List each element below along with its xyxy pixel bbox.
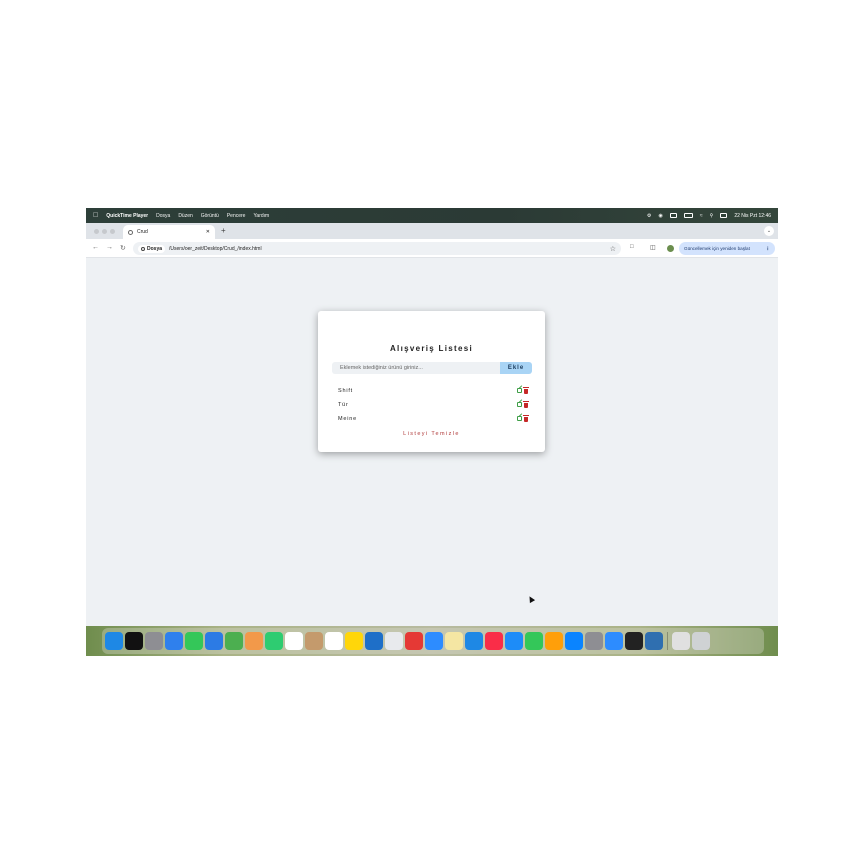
site-info-label: Dosya bbox=[147, 245, 163, 252]
gear-icon[interactable]: ⚙ bbox=[647, 213, 651, 219]
search-icon[interactable]: ⚲ bbox=[710, 213, 714, 219]
dock-zoom-app-icon[interactable] bbox=[605, 632, 623, 650]
dock-notes-icon[interactable] bbox=[345, 632, 363, 650]
battery-icon[interactable] bbox=[683, 213, 693, 218]
bookmark-star-icon[interactable]: ☆ bbox=[610, 245, 616, 253]
dock-trash-icon[interactable] bbox=[692, 632, 710, 650]
close-window-button[interactable] bbox=[94, 229, 99, 234]
browser-tab[interactable]: Crud ✕ bbox=[123, 225, 215, 239]
forward-icon[interactable]: → bbox=[106, 244, 113, 251]
edit-icon[interactable] bbox=[517, 402, 522, 407]
dock-facetime-icon[interactable] bbox=[265, 632, 283, 650]
menu-item-edit[interactable]: Düzen bbox=[178, 213, 192, 219]
shopping-list-card: Alışveriş Listesi Ekle Shift Tür Meine bbox=[318, 311, 545, 452]
list-item-label: Meine bbox=[338, 416, 357, 422]
mac-screen:  QuickTime Player Dosya Düzen Görüntü P… bbox=[86, 208, 778, 656]
page-content: Alışveriş Listesi Ekle Shift Tür Meine bbox=[86, 258, 778, 626]
dock-terminal-icon[interactable] bbox=[625, 632, 643, 650]
avatar[interactable] bbox=[667, 245, 674, 252]
address-bar[interactable]: Dosya /Users/oer_zeit/Desktop/Crud_/inde… bbox=[133, 242, 621, 255]
menu-item-view[interactable]: Görüntü bbox=[201, 213, 219, 219]
dock bbox=[102, 628, 764, 654]
dock-chrome-icon[interactable] bbox=[385, 632, 403, 650]
browser-toolbar: ← → ↻ Dosya /Users/oer_zeit/Desktop/Crud… bbox=[86, 239, 778, 258]
list-item: Meine bbox=[338, 415, 529, 426]
mouse-cursor bbox=[526, 594, 536, 604]
dock-finder-icon[interactable] bbox=[105, 632, 123, 650]
dock-wallpaper bbox=[86, 626, 778, 656]
minimize-window-button[interactable] bbox=[102, 229, 107, 234]
dock-safari-icon[interactable] bbox=[165, 632, 183, 650]
dock-vscode-icon[interactable] bbox=[365, 632, 383, 650]
screen-icon[interactable] bbox=[669, 213, 677, 218]
close-tab-icon[interactable]: ✕ bbox=[206, 229, 210, 235]
dock-pages-icon[interactable] bbox=[545, 632, 563, 650]
trash-icon[interactable] bbox=[523, 387, 529, 394]
tab-strip: Crud ✕ + ⌄ bbox=[86, 223, 778, 239]
kebab-menu-icon[interactable]: ⋮ bbox=[765, 246, 770, 252]
new-tab-button[interactable]: + bbox=[221, 226, 226, 235]
dock-photos-icon[interactable] bbox=[245, 632, 263, 650]
dock-preview-icon[interactable] bbox=[645, 632, 663, 650]
dock-system-settings-icon[interactable] bbox=[585, 632, 603, 650]
dock-messages-icon[interactable] bbox=[185, 632, 203, 650]
item-input[interactable] bbox=[332, 362, 500, 374]
dock-contacts-icon[interactable] bbox=[305, 632, 323, 650]
dock-files-icon[interactable] bbox=[672, 632, 690, 650]
site-info-chip[interactable]: Dosya bbox=[138, 244, 166, 253]
dock-keynote-icon[interactable] bbox=[505, 632, 523, 650]
side-panel-icon[interactable]: ◫ bbox=[650, 244, 656, 251]
menu-bar:  QuickTime Player Dosya Düzen Görüntü P… bbox=[86, 208, 778, 223]
status-area: ⚙ ◉ ≈ ⚲ 22 Nis Pzt 12:46 bbox=[647, 213, 771, 219]
back-icon[interactable]: ← bbox=[92, 244, 99, 251]
update-label: Güncellemek için yeniden başlat bbox=[684, 246, 750, 251]
menu-item-window[interactable]: Pencere bbox=[227, 213, 246, 219]
clock[interactable]: 22 Nis Pzt 12:46 bbox=[734, 213, 771, 219]
page-title: Alışveriş Listesi bbox=[389, 344, 474, 353]
apple-icon[interactable]:  bbox=[93, 212, 98, 219]
tab-title: Crud bbox=[137, 229, 148, 235]
dock-zoom-icon[interactable] bbox=[425, 632, 443, 650]
dock-launchpad-icon[interactable] bbox=[145, 632, 163, 650]
menu-item-help[interactable]: Yardım bbox=[253, 213, 269, 219]
update-button[interactable]: Güncellemek için yeniden başlat ⋮ bbox=[679, 242, 775, 255]
menu-app-name[interactable]: QuickTime Player bbox=[106, 213, 148, 219]
menu-item-file[interactable]: Dosya bbox=[156, 213, 170, 219]
dock-reminders-icon[interactable] bbox=[325, 632, 343, 650]
wifi-icon[interactable]: ≈ bbox=[700, 213, 703, 219]
dock-numbers-icon[interactable] bbox=[525, 632, 543, 650]
control-center-icon[interactable] bbox=[720, 213, 728, 218]
dock-apple-tv-icon[interactable] bbox=[125, 632, 143, 650]
edit-icon[interactable] bbox=[517, 388, 522, 393]
dock-vscode-insiders-icon[interactable] bbox=[465, 632, 483, 650]
dock-opera-icon[interactable] bbox=[405, 632, 423, 650]
clear-list-button[interactable]: Listeyi Temizle bbox=[318, 431, 545, 437]
url-text[interactable]: /Users/oer_zeit/Desktop/Crud_/index.html bbox=[169, 246, 262, 252]
dock-music-icon[interactable] bbox=[485, 632, 503, 650]
list-item: Shift bbox=[338, 387, 529, 398]
tab-search-button[interactable]: ⌄ bbox=[764, 226, 774, 236]
reload-icon[interactable]: ↻ bbox=[120, 244, 126, 252]
edit-icon[interactable] bbox=[517, 416, 522, 421]
record-icon[interactable]: ◉ bbox=[659, 213, 663, 219]
dock-calendar-icon[interactable] bbox=[285, 632, 303, 650]
trash-icon[interactable] bbox=[523, 401, 529, 408]
dock-maps-icon[interactable] bbox=[225, 632, 243, 650]
dock-notes2-icon[interactable] bbox=[445, 632, 463, 650]
trash-icon[interactable] bbox=[523, 415, 529, 422]
add-button[interactable]: Ekle bbox=[500, 362, 532, 374]
list-item-label: Shift bbox=[338, 388, 354, 394]
dock-app-store-icon[interactable] bbox=[565, 632, 583, 650]
zoom-window-button[interactable] bbox=[110, 229, 115, 234]
list-item-label: Tür bbox=[338, 402, 349, 408]
globe-icon bbox=[128, 229, 133, 235]
extensions-icon[interactable]: □ bbox=[630, 244, 634, 250]
info-icon bbox=[141, 246, 145, 251]
list-item: Tür bbox=[338, 401, 529, 412]
dock-separator bbox=[667, 632, 668, 650]
dock-mail-icon[interactable] bbox=[205, 632, 223, 650]
